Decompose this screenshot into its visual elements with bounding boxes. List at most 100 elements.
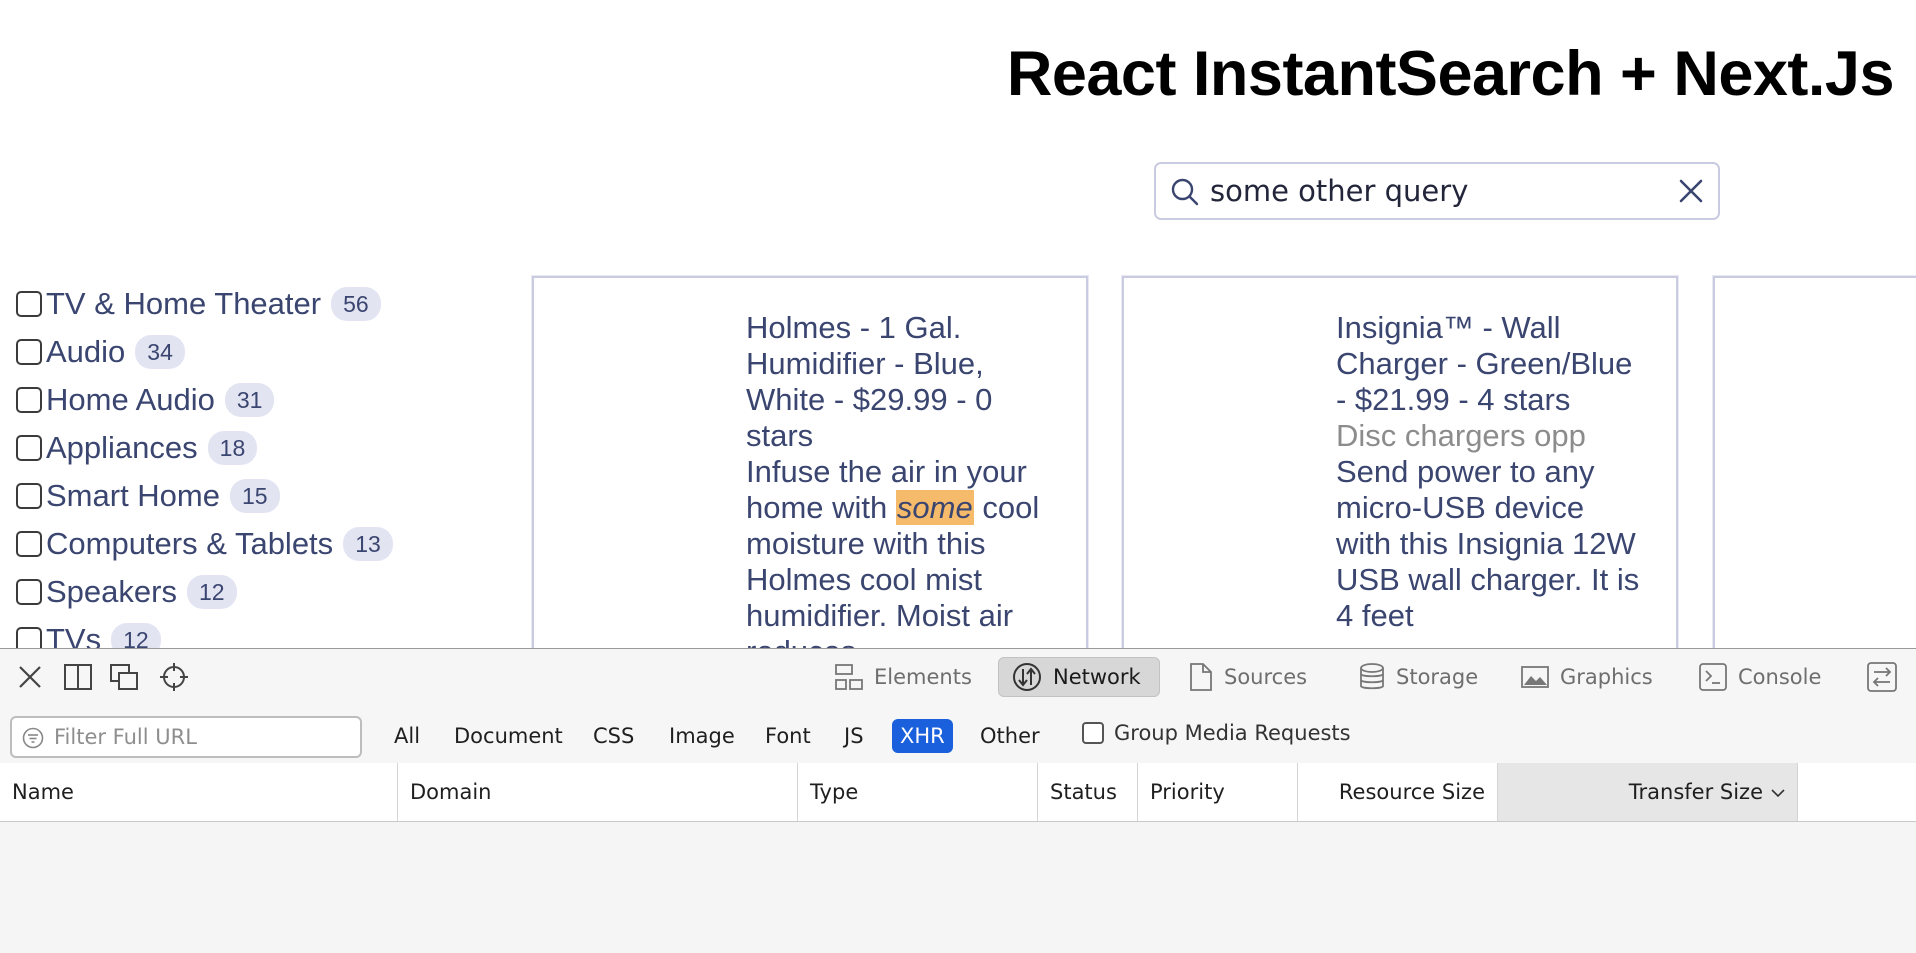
chevron-down-icon (1771, 789, 1785, 798)
dock-side-icon[interactable] (62, 661, 94, 693)
refinement-checkbox[interactable] (16, 339, 42, 365)
tab-label: Console (1738, 665, 1822, 689)
group-media-toggle[interactable]: Group Media Requests (1082, 721, 1351, 745)
search-input[interactable] (1210, 164, 1650, 218)
refinement-count: 12 (111, 623, 161, 648)
refinement-label[interactable]: Appliances (46, 430, 198, 466)
image-icon (1521, 666, 1549, 688)
refinement-count: 15 (229, 479, 280, 513)
refinement-checkbox[interactable] (16, 483, 42, 509)
refinement-label[interactable]: TVs (46, 622, 101, 648)
database-icon (1360, 663, 1384, 690)
column-header-domain[interactable]: Domain (398, 763, 798, 821)
refinement-count: 13 (343, 527, 393, 561)
devtools-tab-bar: Elements Network Sources Storage Graphic… (0, 649, 1916, 706)
tab-label: Storage (1396, 665, 1479, 689)
column-header-label: Transfer Size (1628, 780, 1763, 804)
column-header-name[interactable]: Name (0, 763, 398, 821)
close-icon[interactable] (14, 661, 46, 693)
page-title: React InstantSearch + Next.Js (1006, 39, 1895, 109)
network-icon (1013, 663, 1041, 691)
type-filter-all[interactable]: All (386, 719, 428, 753)
refinement-item[interactable]: Home Audio 31 (16, 376, 393, 424)
document-icon (1190, 663, 1212, 691)
refinement-checkbox[interactable] (16, 531, 42, 557)
hit-card[interactable]: Holmes - 1 Gal. Humidifier - Blue, White… (532, 276, 1088, 648)
group-media-label: Group Media Requests (1114, 721, 1351, 745)
refinement-label[interactable]: TV & Home Theater (46, 286, 321, 322)
refinement-item[interactable]: Speakers 12 (16, 568, 393, 616)
group-media-checkbox[interactable] (1082, 722, 1104, 744)
url-filter-field[interactable] (10, 716, 362, 758)
network-table-header: Name Domain Type Status Priority Resourc… (0, 763, 1916, 822)
highlighted-match: some (895, 490, 974, 525)
refinement-item[interactable]: TVs 12 (16, 616, 393, 648)
hit-card[interactable] (1713, 276, 1916, 648)
refinement-checkbox[interactable] (16, 291, 42, 317)
filter-icon (22, 727, 44, 749)
tab-sources[interactable]: Sources (1176, 657, 1319, 697)
refinement-count: 34 (135, 335, 185, 369)
search-box[interactable] (1154, 162, 1720, 220)
refinement-checkbox[interactable] (16, 435, 42, 461)
type-filter-xhr[interactable]: XHR (892, 719, 953, 753)
hit-card[interactable]: Insignia™ - Wall Charger - Green/Blue - … (1122, 276, 1678, 648)
hit-content: Holmes - 1 Gal. Humidifier - Blue, White… (746, 310, 1056, 648)
element-picker-icon[interactable] (158, 661, 190, 693)
hit-muted-text: Disc chargers opp (1336, 418, 1586, 453)
column-header-status[interactable]: Status (1038, 763, 1138, 821)
type-filter-document[interactable]: Document (446, 719, 571, 753)
more-tabs-icon[interactable] (1866, 661, 1898, 693)
tab-elements[interactable]: Elements (822, 657, 984, 697)
tab-label: Graphics (1560, 665, 1653, 689)
url-filter-input[interactable] (54, 718, 350, 756)
type-filter-css[interactable]: CSS (585, 719, 642, 753)
refinement-count: 18 (207, 431, 258, 465)
column-header-type[interactable]: Type (798, 763, 1038, 821)
hit-description: Send power to any micro-USB device with … (1336, 454, 1640, 633)
refinement-label[interactable]: Computers & Tablets (46, 526, 333, 562)
refinement-checkbox[interactable] (16, 627, 42, 648)
hit-title[interactable]: Insignia™ - Wall Charger - Green/Blue - … (1336, 310, 1632, 417)
refinement-count: 31 (224, 383, 275, 417)
refinement-checkbox[interactable] (16, 387, 42, 413)
tab-storage[interactable]: Storage (1346, 657, 1490, 697)
refinement-label[interactable]: Smart Home (46, 478, 220, 514)
console-icon (1699, 663, 1727, 691)
tab-graphics[interactable]: Graphics (1508, 657, 1665, 697)
refinement-label[interactable]: Home Audio (46, 382, 215, 418)
refinement-checkbox[interactable] (16, 579, 42, 605)
column-header-overflow (1798, 763, 1916, 821)
clear-search-icon[interactable] (1676, 176, 1706, 206)
tab-label: Elements (874, 665, 972, 689)
page-area: React InstantSearch + Next.Js TV & Home … (0, 0, 1916, 648)
network-request-list (0, 822, 1916, 953)
column-header-resource-size[interactable]: Resource Size (1298, 763, 1498, 821)
refinement-item[interactable]: Computers & Tablets 13 (16, 520, 393, 568)
tab-label: Network (1053, 665, 1141, 689)
refinement-label[interactable]: Audio (46, 334, 125, 370)
type-filter-other[interactable]: Other (972, 719, 1048, 753)
tab-network[interactable]: Network (998, 657, 1160, 697)
refinement-label[interactable]: Speakers (46, 574, 177, 610)
devtools-panel: Elements Network Sources Storage Graphic… (0, 648, 1916, 953)
network-filter-bar: All Document CSS Image Font JS XHR Other… (0, 705, 1916, 764)
refinement-item[interactable]: Audio 34 (16, 328, 393, 376)
hit-title[interactable]: Holmes - 1 Gal. Humidifier - Blue, White… (746, 310, 992, 453)
column-header-priority[interactable]: Priority (1138, 763, 1298, 821)
refinement-item[interactable]: Appliances 18 (16, 424, 393, 472)
refinement-count: 12 (186, 575, 237, 609)
type-filter-font[interactable]: Font (757, 719, 819, 753)
tab-console[interactable]: Console (1686, 657, 1833, 697)
tab-label: Sources (1224, 665, 1308, 689)
category-refinement-list: TV & Home Theater 56 Audio 34 Home Audio 31… (16, 280, 393, 648)
elements-icon (835, 664, 863, 690)
type-filter-image[interactable]: Image (661, 719, 743, 753)
refinement-item[interactable]: Smart Home 15 (16, 472, 393, 520)
type-filter-js[interactable]: JS (836, 719, 872, 753)
refinement-item[interactable]: TV & Home Theater 56 (16, 280, 393, 328)
column-header-transfer-size[interactable]: Transfer Size (1498, 763, 1798, 821)
detach-window-icon[interactable] (108, 661, 140, 693)
hit-description: Infuse the air in your home with some co… (746, 454, 1056, 648)
hit-content: Insignia™ - Wall Charger - Green/Blue - … (1336, 310, 1646, 634)
